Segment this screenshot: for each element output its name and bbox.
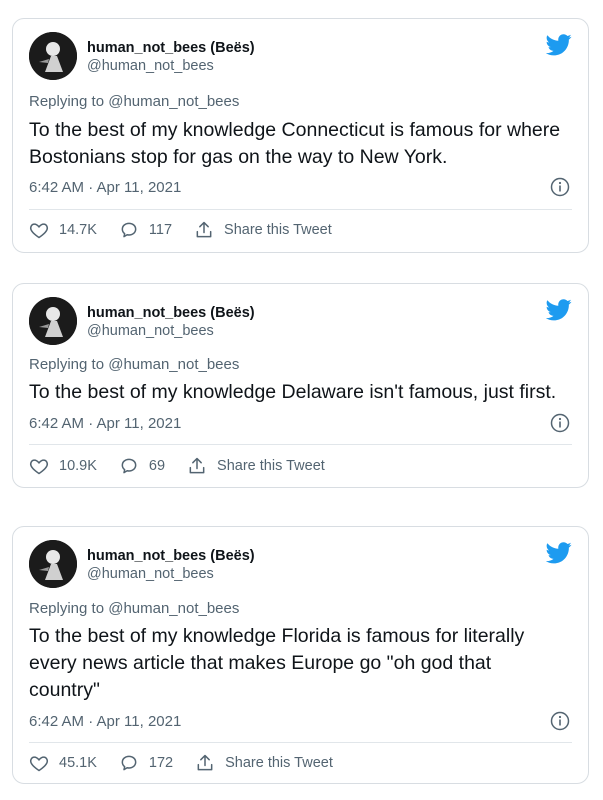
display-name[interactable]: human_not_bees (Beës) bbox=[87, 547, 255, 565]
reply-bubble-icon bbox=[121, 755, 137, 771]
share-label: Share this Tweet bbox=[217, 458, 325, 474]
twitter-bird-icon[interactable] bbox=[546, 34, 572, 56]
info-icon[interactable] bbox=[550, 413, 570, 433]
heart-icon bbox=[29, 756, 49, 772]
avatar[interactable] bbox=[29, 32, 77, 80]
share-label: Share this Tweet bbox=[225, 755, 333, 771]
share-upload-icon bbox=[189, 457, 205, 474]
share-upload-icon bbox=[196, 221, 212, 238]
reply-count: 172 bbox=[148, 755, 174, 771]
divider bbox=[29, 444, 572, 445]
heart-icon bbox=[29, 223, 49, 239]
reply-button[interactable]: 69 bbox=[119, 456, 165, 476]
reply-count: 117 bbox=[148, 222, 173, 238]
like-count: 45.1K bbox=[59, 755, 97, 771]
like-button[interactable]: 14.7K bbox=[29, 220, 97, 240]
display-name[interactable]: human_not_bees (Beës) bbox=[87, 304, 255, 322]
replying-to[interactable]: Replying to @human_not_bees bbox=[29, 600, 239, 617]
replying-to[interactable]: Replying to @human_not_bees bbox=[29, 93, 239, 110]
handle[interactable]: @human_not_bees bbox=[87, 322, 255, 340]
handle[interactable]: @human_not_bees bbox=[87, 57, 255, 75]
timestamp[interactable]: 6:42 AM · Apr 11, 2021 bbox=[29, 179, 181, 196]
replying-to[interactable]: Replying to @human_not_bees bbox=[29, 356, 239, 373]
info-icon[interactable] bbox=[550, 711, 570, 731]
tweet-text: To the best of my knowledge Florida is f… bbox=[29, 625, 525, 701]
like-button[interactable]: 45.1K bbox=[29, 753, 97, 773]
tweet-header: human_not_bees (Beës) @human_not_bees bbox=[29, 32, 255, 80]
divider bbox=[29, 742, 572, 743]
avatar[interactable] bbox=[29, 540, 77, 588]
reply-count: 69 bbox=[148, 458, 166, 474]
tweet-header: human_not_bees (Beës) @human_not_bees bbox=[29, 297, 255, 345]
twitter-bird-icon[interactable] bbox=[546, 299, 572, 321]
action-bar: 14.7K 117 Share this Tweet bbox=[29, 220, 354, 240]
handle[interactable]: @human_not_bees bbox=[87, 565, 255, 583]
avatar[interactable] bbox=[29, 297, 77, 345]
share-upload-icon bbox=[197, 754, 213, 771]
twitter-bird-icon[interactable] bbox=[546, 542, 572, 564]
tweet-card[interactable]: human_not_bees (Beës) @human_not_bees Re… bbox=[12, 283, 589, 488]
reply-bubble-icon bbox=[121, 222, 137, 238]
timestamp[interactable]: 6:42 AM · Apr 11, 2021 bbox=[29, 713, 181, 730]
heart-icon bbox=[29, 459, 49, 475]
like-button[interactable]: 10.9K bbox=[29, 456, 97, 476]
tweet-text: To the best of my knowledge Delaware isn… bbox=[29, 381, 557, 403]
reply-button[interactable]: 172 bbox=[119, 753, 173, 773]
reply-bubble-icon bbox=[121, 458, 137, 474]
tweet-header: human_not_bees (Beës) @human_not_bees bbox=[29, 540, 255, 588]
share-button[interactable]: Share this Tweet bbox=[195, 753, 333, 773]
like-count: 14.7K bbox=[59, 222, 97, 238]
action-bar: 45.1K 172 Share this Tweet bbox=[29, 753, 355, 773]
like-count: 10.9K bbox=[59, 458, 97, 474]
share-label: Share this Tweet bbox=[224, 222, 332, 238]
tweet-card[interactable]: human_not_bees (Beës) @human_not_bees Re… bbox=[12, 18, 589, 253]
share-button[interactable]: Share this Tweet bbox=[187, 456, 325, 476]
tweet-text: To the best of my knowledge Connecticut … bbox=[29, 119, 561, 168]
share-button[interactable]: Share this Tweet bbox=[194, 220, 332, 240]
reply-button[interactable]: 117 bbox=[119, 220, 172, 240]
display-name[interactable]: human_not_bees (Beës) bbox=[87, 39, 255, 57]
tweet-card[interactable]: human_not_bees (Beës) @human_not_bees Re… bbox=[12, 526, 589, 784]
info-icon[interactable] bbox=[550, 177, 570, 197]
action-bar: 10.9K 69 Share this Tweet bbox=[29, 456, 347, 476]
divider bbox=[29, 209, 572, 210]
timestamp[interactable]: 6:42 AM · Apr 11, 2021 bbox=[29, 415, 181, 432]
